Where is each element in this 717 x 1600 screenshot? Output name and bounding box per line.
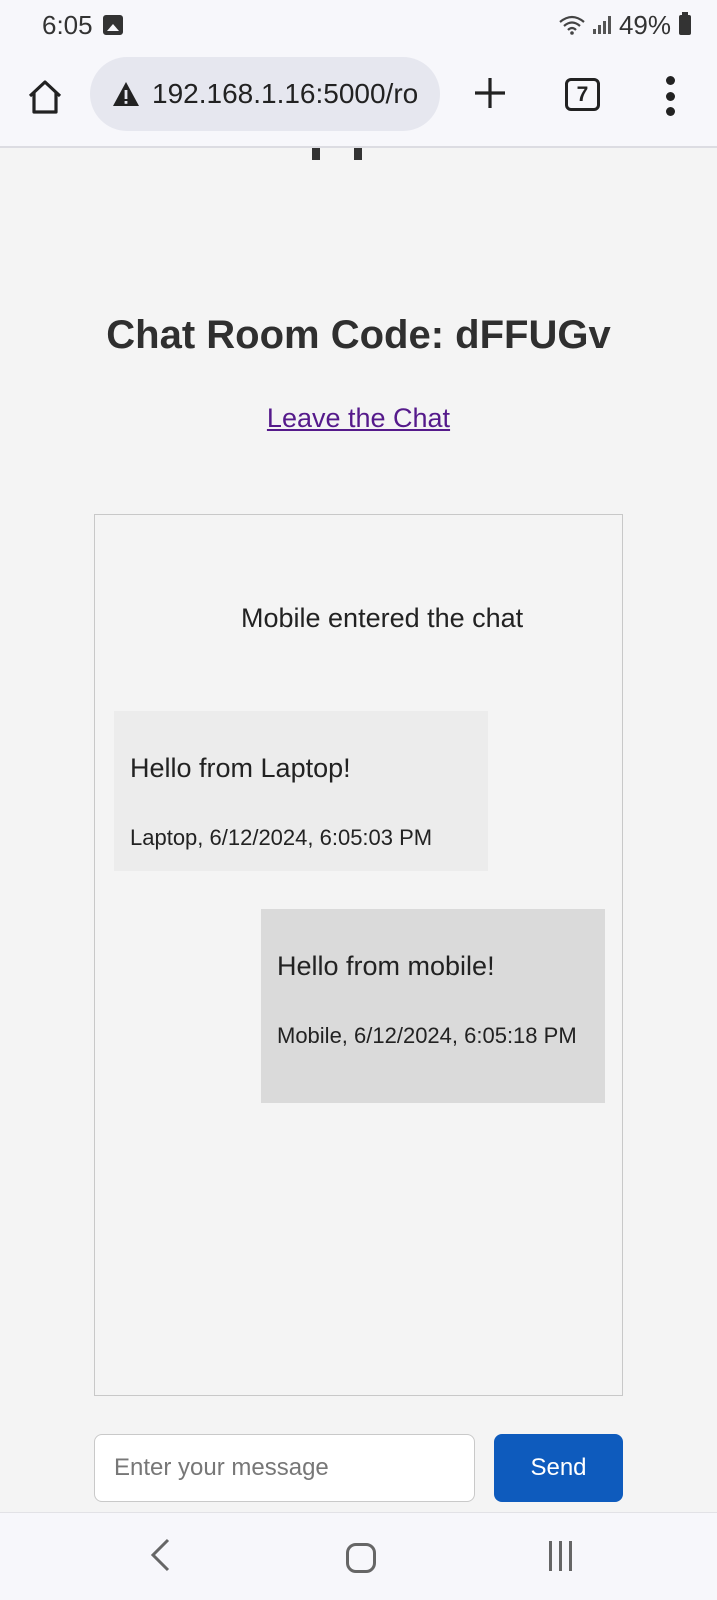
url-text[interactable]: 192.168.1.16:5000/ro xyxy=(152,78,418,110)
browser-toolbar: 192.168.1.16:5000/ro 7 xyxy=(0,50,717,148)
cut-off-heading-fragment xyxy=(312,148,362,160)
message-meta: Laptop, 6/12/2024, 6:05:03 PM xyxy=(130,825,433,850)
battery-icon xyxy=(679,12,691,35)
home-circle-icon[interactable] xyxy=(346,1543,376,1573)
message-meta: Mobile, 6/12/2024, 6:05:18 PM xyxy=(277,1023,577,1048)
message-text: Hello from mobile! xyxy=(277,951,495,981)
system-nav-bar xyxy=(0,1512,717,1600)
messages-container[interactable]: Mobile entered the chat Hello from Lapto… xyxy=(94,514,623,1396)
warning-icon[interactable] xyxy=(112,81,140,107)
leave-chat-link[interactable]: Leave the Chat xyxy=(267,403,450,433)
system-message: Mobile entered the chat xyxy=(241,603,524,633)
leave-chat-link-row: Leave the Chat xyxy=(0,403,717,434)
recents-icon[interactable] xyxy=(549,1541,572,1571)
status-right: 49% xyxy=(559,10,691,41)
address-bar[interactable]: 192.168.1.16:5000/ro xyxy=(90,57,440,131)
tabs-icon[interactable]: 7 xyxy=(565,78,600,111)
signal-icon xyxy=(592,16,611,34)
more-vert-icon[interactable] xyxy=(662,76,678,116)
battery-percent: 49% xyxy=(618,9,671,40)
status-bar: 6:05 49% xyxy=(0,0,717,50)
message-text: Hello from Laptop! xyxy=(130,753,351,783)
status-left: 6:05 xyxy=(42,10,123,41)
message-bubble: Hello from Laptop! Laptop, 6/12/2024, 6:… xyxy=(114,711,488,871)
tab-count: 7 xyxy=(576,82,589,106)
message-bubble-own: Hello from mobile! Mobile, 6/12/2024, 6:… xyxy=(261,909,605,1103)
page-title: Chat Room Code: dFFUGv xyxy=(106,313,611,357)
send-button[interactable]: Send xyxy=(494,1434,623,1502)
status-time: 6:05 xyxy=(42,9,93,40)
home-icon[interactable] xyxy=(26,78,64,116)
plus-icon[interactable] xyxy=(472,75,508,111)
wifi-icon xyxy=(559,15,585,35)
message-input[interactable] xyxy=(94,1434,475,1502)
back-icon[interactable] xyxy=(148,1537,172,1573)
gallery-icon xyxy=(102,15,123,35)
